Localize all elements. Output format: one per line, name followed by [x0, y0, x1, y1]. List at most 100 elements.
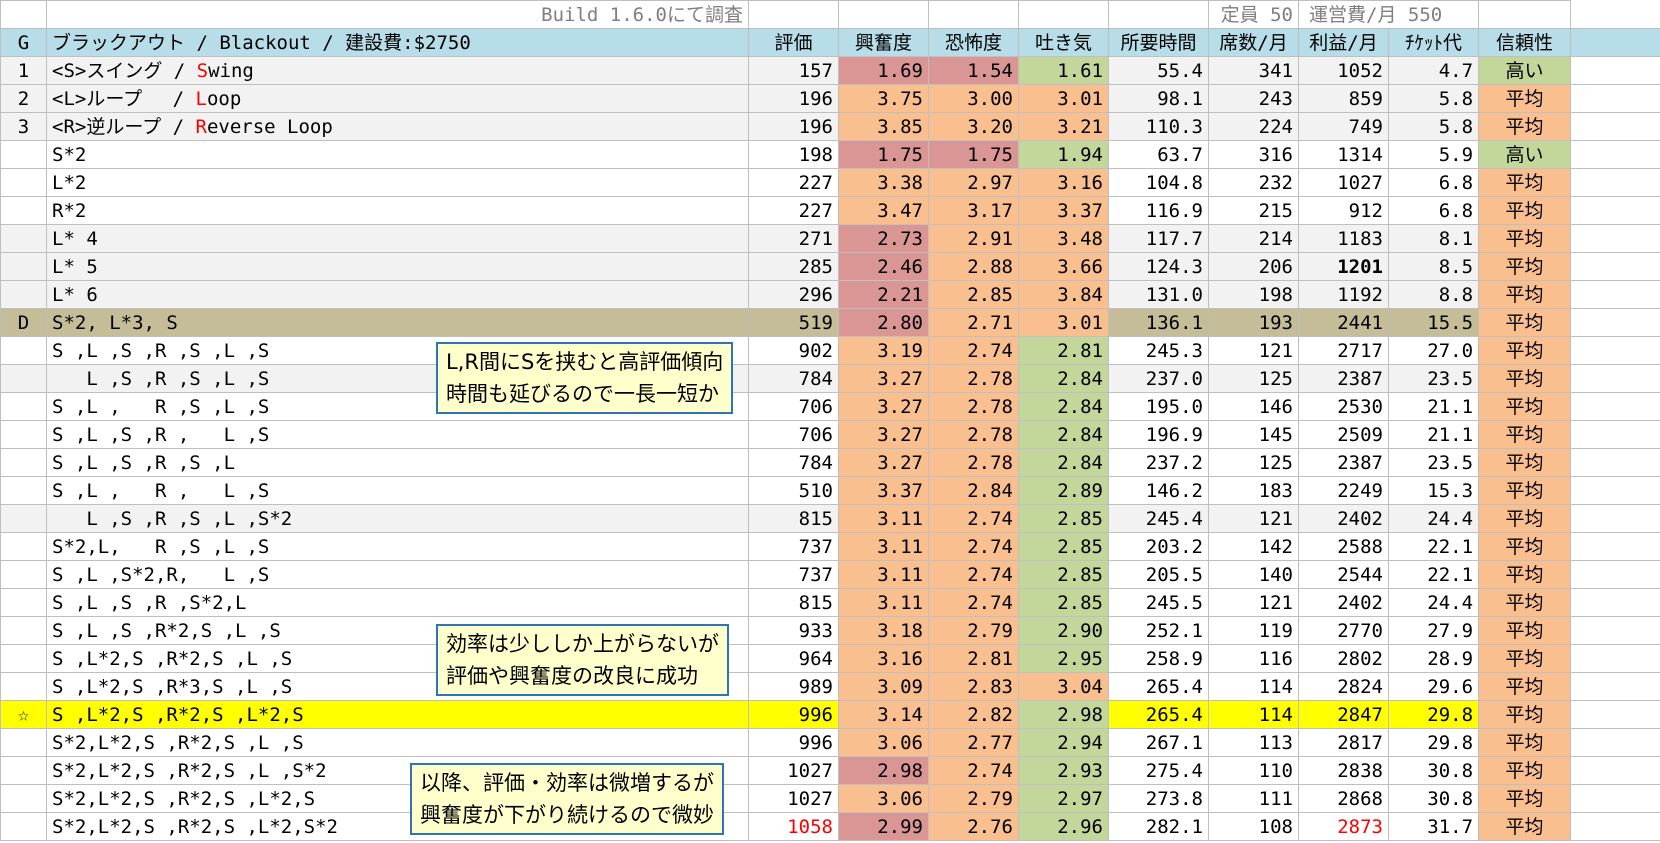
ticket-cell[interactable]: 5.8	[1387, 84, 1480, 113]
intensity-cell[interactable]: 2.78	[928, 364, 1019, 393]
duration-cell[interactable]: 265.4	[1108, 700, 1209, 729]
reliability-cell[interactable]: 平均	[1478, 644, 1572, 673]
duration-cell[interactable]: 104.8	[1108, 168, 1209, 197]
seats-cell[interactable]: 206	[1208, 252, 1299, 281]
group-cell[interactable]	[0, 280, 47, 309]
duration-cell[interactable]: 63.7	[1108, 140, 1209, 169]
intensity-cell[interactable]: 2.77	[928, 728, 1019, 757]
intensity-cell[interactable]: 2.74	[928, 756, 1019, 785]
build-caption[interactable]: Build 1.6.0にて調査	[46, 0, 749, 29]
ride-name-cell[interactable]: S*2	[46, 140, 749, 169]
profit-cell[interactable]: 2387	[1298, 448, 1389, 477]
cell[interactable]	[1570, 672, 1660, 701]
intensity-cell[interactable]: 2.74	[928, 336, 1019, 365]
nausea-cell[interactable]: 3.66	[1018, 252, 1109, 281]
excitement-cell[interactable]: 2.46	[838, 252, 929, 281]
intensity-cell[interactable]: 3.20	[928, 112, 1019, 141]
duration-cell[interactable]: 205.5	[1108, 560, 1209, 589]
ride-name-cell[interactable]: L* 4	[46, 224, 749, 253]
ticket-cell[interactable]: 27.9	[1387, 616, 1480, 645]
rating-cell[interactable]: 157	[748, 56, 839, 85]
ride-name-cell[interactable]: L ,S ,R ,S ,L ,S*2	[46, 504, 749, 533]
intensity-cell[interactable]: 2.74	[928, 560, 1019, 589]
ticket-cell[interactable]: 23.5	[1387, 448, 1480, 477]
ticket-cell[interactable]: 29.8	[1387, 700, 1480, 729]
excitement-cell[interactable]: 3.27	[838, 420, 929, 449]
ticket-cell[interactable]: 30.8	[1387, 756, 1480, 785]
nausea-cell[interactable]: 3.21	[1018, 112, 1109, 141]
cell[interactable]	[1570, 84, 1660, 113]
group-cell[interactable]	[0, 140, 47, 169]
excitement-cell[interactable]: 3.27	[838, 364, 929, 393]
excitement-cell[interactable]: 3.14	[838, 700, 929, 729]
rating-cell[interactable]: 227	[748, 168, 839, 197]
excitement-cell[interactable]: 3.37	[838, 476, 929, 505]
group-cell[interactable]	[0, 252, 47, 281]
header-name[interactable]: ブラックアウト / Blackout / 建設費:$2750	[46, 28, 749, 57]
cell[interactable]	[1570, 728, 1660, 757]
capacity-caption[interactable]: 定員 50	[1208, 0, 1299, 29]
ticket-cell[interactable]: 15.5	[1387, 308, 1480, 337]
excitement-cell[interactable]: 3.06	[838, 728, 929, 757]
group-cell[interactable]	[0, 784, 47, 813]
cell[interactable]	[1570, 28, 1660, 57]
profit-cell[interactable]: 2387	[1298, 364, 1389, 393]
nausea-cell[interactable]: 2.85	[1018, 588, 1109, 617]
nausea-cell[interactable]: 3.48	[1018, 224, 1109, 253]
seats-cell[interactable]: 214	[1208, 224, 1299, 253]
ride-name-cell[interactable]: S ,L*2,S ,R*2,S ,L*2,S	[46, 700, 749, 729]
header-duration[interactable]: 所要時間	[1108, 28, 1209, 57]
rating-cell[interactable]: 510	[748, 476, 839, 505]
seats-cell[interactable]: 140	[1208, 560, 1299, 589]
reliability-cell[interactable]: 平均	[1478, 700, 1572, 729]
cell[interactable]	[1570, 700, 1660, 729]
reliability-cell[interactable]: 平均	[1478, 560, 1572, 589]
duration-cell[interactable]: 273.8	[1108, 784, 1209, 813]
seats-cell[interactable]: 193	[1208, 308, 1299, 337]
reliability-cell[interactable]: 平均	[1478, 392, 1572, 421]
rating-cell[interactable]: 198	[748, 140, 839, 169]
duration-cell[interactable]: 146.2	[1108, 476, 1209, 505]
rating-cell[interactable]: 706	[748, 420, 839, 449]
excitement-cell[interactable]: 3.11	[838, 532, 929, 561]
seats-cell[interactable]: 125	[1208, 448, 1299, 477]
group-cell[interactable]	[0, 616, 47, 645]
header-nausea[interactable]: 吐き気	[1018, 28, 1109, 57]
seats-cell[interactable]: 198	[1208, 280, 1299, 309]
excitement-cell[interactable]: 3.16	[838, 644, 929, 673]
group-cell[interactable]	[0, 448, 47, 477]
seats-cell[interactable]: 142	[1208, 532, 1299, 561]
rating-cell[interactable]: 1027	[748, 784, 839, 813]
seats-cell[interactable]: 125	[1208, 364, 1299, 393]
ride-name-cell[interactable]: S*2,L, R ,S ,L ,S	[46, 532, 749, 561]
ride-name-cell[interactable]: S*2,L*2,S ,R*2,S ,L ,S	[46, 728, 749, 757]
ticket-cell[interactable]: 29.8	[1387, 728, 1480, 757]
group-cell[interactable]	[0, 560, 47, 589]
ride-name-cell[interactable]: S*2, L*3, S	[46, 308, 749, 337]
ticket-cell[interactable]: 21.1	[1387, 420, 1480, 449]
intensity-cell[interactable]: 2.71	[928, 308, 1019, 337]
reliability-cell[interactable]: 平均	[1478, 336, 1572, 365]
ride-name-cell[interactable]: R*2	[46, 196, 749, 225]
ride-name-cell[interactable]: S ,L , R , L ,S	[46, 476, 749, 505]
rating-cell[interactable]: 996	[748, 700, 839, 729]
seats-cell[interactable]: 113	[1208, 728, 1299, 757]
excitement-cell[interactable]: 3.27	[838, 392, 929, 421]
reliability-cell[interactable]: 平均	[1478, 504, 1572, 533]
excitement-cell[interactable]: 3.11	[838, 560, 929, 589]
seats-cell[interactable]: 215	[1208, 196, 1299, 225]
cell[interactable]	[1570, 196, 1660, 225]
seats-cell[interactable]: 316	[1208, 140, 1299, 169]
intensity-cell[interactable]: 2.74	[928, 588, 1019, 617]
cell[interactable]	[1570, 140, 1660, 169]
rating-cell[interactable]: 737	[748, 532, 839, 561]
ride-name-cell[interactable]: L*2	[46, 168, 749, 197]
seats-cell[interactable]: 116	[1208, 644, 1299, 673]
cell[interactable]	[1478, 0, 1572, 29]
rating-cell[interactable]: 296	[748, 280, 839, 309]
header-excitement[interactable]: 興奮度	[838, 28, 929, 57]
reliability-cell[interactable]: 平均	[1478, 168, 1572, 197]
nausea-cell[interactable]: 3.04	[1018, 672, 1109, 701]
nausea-cell[interactable]: 1.94	[1018, 140, 1109, 169]
nausea-cell[interactable]: 2.93	[1018, 756, 1109, 785]
